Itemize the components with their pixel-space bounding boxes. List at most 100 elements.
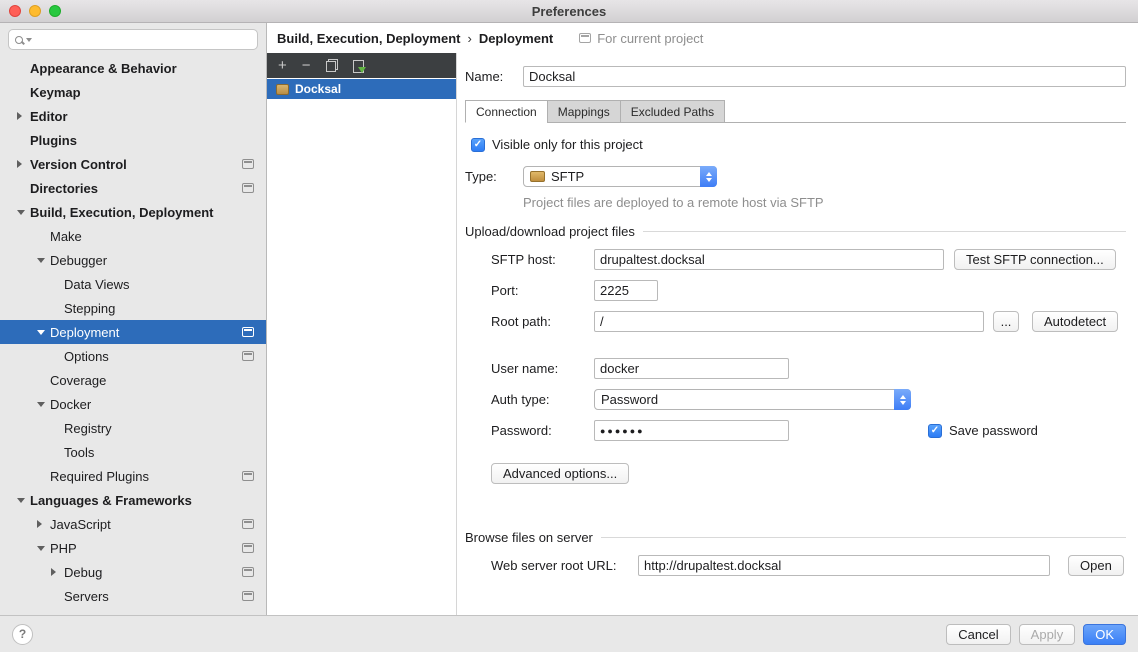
project-level-icon	[242, 327, 254, 337]
tree-chevron-down-icon[interactable]	[37, 330, 45, 335]
test-sftp-connection-button[interactable]: Test SFTP connection...	[954, 249, 1116, 270]
tree-chevron-right-icon[interactable]	[17, 112, 22, 120]
advanced-options-button[interactable]: Advanced options...	[491, 463, 629, 484]
tree-chevron-down-icon[interactable]	[17, 498, 25, 503]
sidebar-item-label: Data Views	[64, 277, 130, 292]
port-input[interactable]	[594, 280, 658, 301]
search-options-chevron-icon[interactable]	[26, 38, 32, 42]
tab-mappings[interactable]: Mappings	[547, 100, 621, 123]
open-button[interactable]: Open	[1068, 555, 1124, 576]
server-name: Docksal	[295, 82, 341, 96]
sidebar-item-label: Deployment	[50, 325, 119, 340]
tree-chevron-right-icon[interactable]	[37, 520, 42, 528]
sidebar-item-required-plugins[interactable]: Required Plugins	[0, 464, 266, 488]
remove-server-button[interactable]: −	[302, 58, 311, 73]
zoom-button[interactable]	[49, 5, 61, 17]
root-path-label: Root path:	[491, 314, 594, 329]
tree-chevron-down-icon[interactable]	[37, 546, 45, 551]
sidebar-item-make[interactable]: Make	[0, 224, 266, 248]
project-level-icon	[242, 519, 254, 529]
web-root-input[interactable]	[638, 555, 1050, 576]
add-server-button[interactable]: +	[278, 58, 287, 73]
minimize-button[interactable]	[29, 5, 41, 17]
tree-chevron-right-icon[interactable]	[51, 568, 56, 576]
sidebar-item-javascript[interactable]: JavaScript	[0, 512, 266, 536]
sidebar-item-directories[interactable]: Directories	[0, 176, 266, 200]
section-divider	[601, 537, 1126, 538]
visible-only-checkbox[interactable]: ✓	[471, 138, 485, 152]
sidebar-item-plugins[interactable]: Plugins	[0, 128, 266, 152]
type-hint: Project files are deployed to a remote h…	[523, 195, 1126, 210]
sidebar-item-label: Languages & Frameworks	[30, 493, 192, 508]
name-label: Name:	[465, 69, 523, 84]
sidebar-item-keymap[interactable]: Keymap	[0, 80, 266, 104]
sidebar-item-coverage[interactable]: Coverage	[0, 368, 266, 392]
cancel-button[interactable]: Cancel	[946, 624, 1010, 645]
for-current-project-label: For current project	[597, 31, 703, 46]
project-level-icon	[242, 351, 254, 361]
sftp-host-row: SFTP host: Test SFTP connection...	[491, 249, 1126, 270]
port-row: Port:	[491, 280, 1126, 301]
ok-button[interactable]: OK	[1083, 624, 1126, 645]
sidebar-item-editor[interactable]: Editor	[0, 104, 266, 128]
sidebar-item-debugger[interactable]: Debugger	[0, 248, 266, 272]
password-input[interactable]	[594, 420, 789, 441]
copy-server-button[interactable]	[326, 59, 338, 72]
tree-chevron-down-icon[interactable]	[37, 402, 45, 407]
main-body: + − Docksal Name: Connection Mappings	[267, 53, 1138, 615]
root-path-input[interactable]	[594, 311, 984, 332]
type-label: Type:	[465, 169, 523, 184]
root-path-row: Root path: ... Autodetect	[491, 311, 1126, 332]
sidebar-item-servers[interactable]: Servers	[0, 584, 266, 608]
sftp-host-input[interactable]	[594, 249, 944, 270]
breadcrumb-separator: ›	[467, 31, 471, 46]
auth-type-row: Auth type: Password	[491, 389, 1126, 410]
type-select[interactable]: SFTP	[523, 166, 717, 187]
type-row: Type: SFTP	[465, 166, 1126, 187]
section-divider	[643, 231, 1126, 232]
tree-chevron-down-icon[interactable]	[37, 258, 45, 263]
sidebar-item-languages-frameworks[interactable]: Languages & Frameworks	[0, 488, 266, 512]
section-browse: Browse files on server	[465, 530, 1126, 545]
sidebar-item-php[interactable]: PHP	[0, 536, 266, 560]
browse-root-path-button[interactable]: ...	[993, 311, 1019, 332]
server-item-docksal[interactable]: Docksal	[267, 79, 456, 99]
apply-button[interactable]: Apply	[1019, 624, 1076, 645]
close-button[interactable]	[9, 5, 21, 17]
tab-excluded-paths[interactable]: Excluded Paths	[620, 100, 725, 123]
sidebar-item-label: Version Control	[30, 157, 127, 172]
sidebar-item-options[interactable]: Options	[0, 344, 266, 368]
project-level-icon	[242, 471, 254, 481]
user-name-input[interactable]	[594, 358, 789, 379]
tab-bar: Connection Mappings Excluded Paths	[465, 99, 1126, 123]
tree-chevron-right-icon[interactable]	[17, 160, 22, 168]
web-root-label: Web server root URL:	[491, 558, 638, 573]
tree-chevron-down-icon[interactable]	[17, 210, 25, 215]
sidebar-item-build-execution-deployment[interactable]: Build, Execution, Deployment	[0, 200, 266, 224]
autodetect-button[interactable]: Autodetect	[1032, 311, 1118, 332]
auth-type-value: Password	[601, 392, 894, 407]
sidebar-item-stepping[interactable]: Stepping	[0, 296, 266, 320]
help-button[interactable]: ?	[12, 624, 33, 645]
sidebar-item-tools[interactable]: Tools	[0, 440, 266, 464]
search-input[interactable]	[35, 32, 251, 47]
window-title: Preferences	[0, 4, 1138, 19]
auth-type-select[interactable]: Password	[594, 389, 911, 410]
sidebar-item-label: Registry	[64, 421, 112, 436]
check-icon: ✓	[474, 139, 482, 150]
sidebar-item-label: PHP	[50, 541, 77, 556]
tab-connection[interactable]: Connection	[465, 100, 548, 123]
save-password-checkbox[interactable]: ✓	[928, 424, 942, 438]
sidebar-item-debug[interactable]: Debug	[0, 560, 266, 584]
paste-server-button[interactable]	[353, 59, 364, 72]
sidebar-item-data-views[interactable]: Data Views	[0, 272, 266, 296]
sidebar-item-deployment[interactable]: Deployment	[0, 320, 266, 344]
sidebar-item-version-control[interactable]: Version Control	[0, 152, 266, 176]
search-icon	[15, 36, 23, 44]
sidebar-item-docker[interactable]: Docker	[0, 392, 266, 416]
sidebar-item-appearance-behavior[interactable]: Appearance & Behavior	[0, 56, 266, 80]
server-name-input[interactable]	[523, 66, 1126, 87]
sidebar-item-label: JavaScript	[50, 517, 111, 532]
search-field[interactable]	[8, 29, 258, 50]
sidebar-item-registry[interactable]: Registry	[0, 416, 266, 440]
